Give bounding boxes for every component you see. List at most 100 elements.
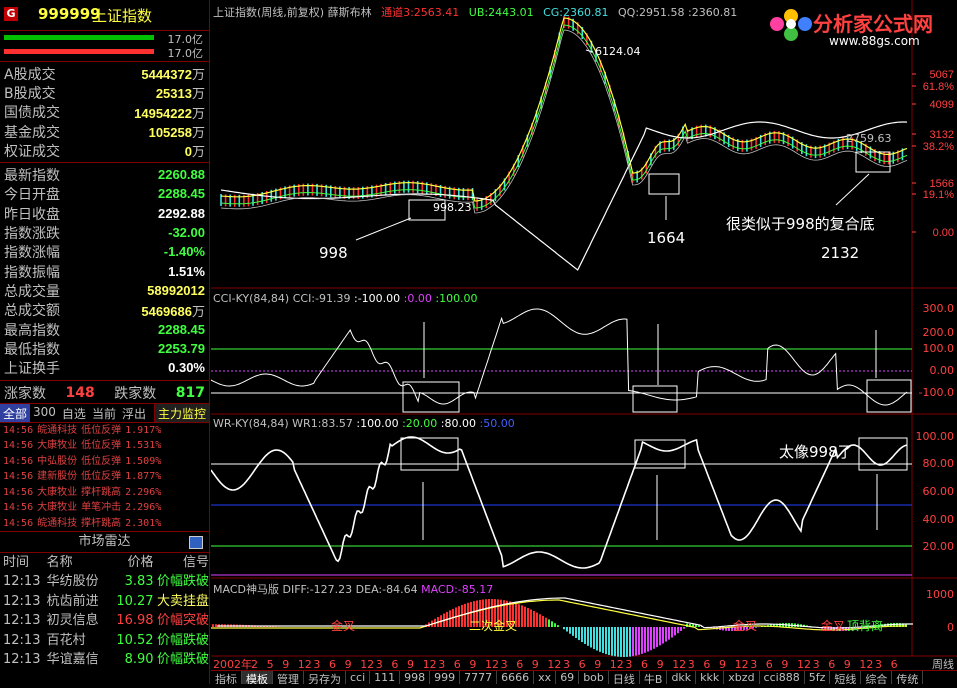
turnover-row-label: 权证成交	[4, 143, 60, 160]
monitor-row[interactable]: 14:56 中弘股份 低位反弹 1.509%	[0, 454, 209, 470]
radar-stock-name: 杭齿前进	[46, 593, 99, 609]
monitor-row[interactable]: 14:56 建新股份 低位反弹 1.877%	[0, 469, 209, 485]
stat-row-value: 5469686	[141, 303, 192, 319]
bottom-tab[interactable]: xbzd	[724, 671, 760, 684]
tab-300[interactable]: 300	[30, 404, 59, 422]
bottom-tab[interactable]: 管理	[273, 671, 304, 684]
tab-main-monitor[interactable]: 主力监控	[153, 403, 209, 422]
stat-row-value: 2288.45	[158, 186, 205, 202]
radar-row[interactable]: 12:13 华纺股份 3.83 价幅跌破	[0, 572, 209, 592]
stat-row-value: -1.40%	[163, 244, 205, 260]
cci-header: CCI-KY(84,84) CCI:-91.39 :-100.00 :0.00 …	[213, 292, 478, 305]
stat-row-label: 总成交额	[4, 303, 60, 320]
bottom-tab[interactable]: 综合	[861, 671, 893, 684]
radar-stock-name: 华纺股份	[46, 574, 99, 590]
chart-area: 5067 61.8% 4099 3132 38.2% 1566 19.1% 0.00 6124.…	[210, 0, 957, 684]
macd-signal-label: 金叉	[331, 618, 355, 633]
down-count: 817	[175, 384, 205, 401]
tab-current[interactable]: 当前	[89, 404, 119, 422]
monitor-cell: 2.296%	[125, 502, 162, 514]
price-axis-label: 61.8%	[923, 81, 954, 93]
last-value: :2360.81	[688, 6, 738, 19]
monitor-cell: 低位反弹	[81, 440, 122, 452]
radar-row[interactable]: 12:13 百花村 10.52 价幅跌破	[0, 631, 209, 651]
bottom-tab[interactable]: 6666	[497, 671, 535, 684]
macd-header: MACD神马版 DIFF:-127.23 DEA:-84.64 MACD:-85…	[213, 581, 493, 597]
stat-row-value-wrap: 58992012	[147, 283, 205, 299]
monitor-cell: 14:56	[3, 486, 34, 498]
wr-name: WR-KY(84,84)	[213, 417, 289, 430]
bottom-tab[interactable]: 日线	[609, 671, 640, 684]
down-label: 跌家数	[114, 385, 157, 402]
monitor-row[interactable]: 14:56 大康牧业 低位反弹 1.531%	[0, 438, 209, 454]
bottom-tab[interactable]: 短线	[830, 671, 862, 684]
wr-axis-label: 60.00	[923, 485, 955, 498]
bottom-tab[interactable]: 传统	[892, 671, 924, 684]
stat-row-value-wrap: 2292.88	[158, 206, 205, 222]
monitor-cell: 大康牧业	[37, 502, 78, 514]
bottom-tab[interactable]: xx	[534, 671, 557, 684]
stat-row-label: 最高指数	[4, 322, 60, 339]
bottom-tab[interactable]: kkk	[696, 671, 725, 684]
monitor-row[interactable]: 14:56 皖通科技 低位反弹 1.917%	[0, 423, 209, 439]
stat-row-value: 2253.79	[158, 340, 205, 356]
bottom-tab[interactable]: 模板	[242, 671, 273, 684]
bottom-tab[interactable]: cci	[346, 671, 371, 684]
wr-axis-label: 20.00	[923, 540, 955, 553]
monitor-row[interactable]: 14:56 大康牧业 撑杆跳高 2.296%	[0, 485, 209, 501]
macd-signal-label: 顶背离	[847, 618, 883, 633]
radar-time: 12:13	[3, 632, 41, 648]
stat-row-label: 指数涨幅	[4, 245, 60, 262]
bottom-tab[interactable]: 另存为	[304, 671, 346, 684]
radar-price: 3.83	[124, 574, 154, 590]
radar-settings-icon[interactable]	[189, 536, 203, 550]
monitor-row[interactable]: 14:56 大康牧业 单笔冲击 2.296%	[0, 500, 209, 516]
main-title: 上证指数(周线,前复权)	[213, 6, 325, 19]
bottom-tab[interactable]: 998	[400, 671, 431, 684]
radar-time: 12:13	[3, 574, 41, 590]
turnover-row-value: 0	[184, 144, 192, 160]
turnover-row-label: B股成交	[4, 85, 56, 102]
bottom-tab[interactable]: cci888	[760, 671, 805, 684]
bottom-tab[interactable]: bob	[579, 671, 609, 684]
brand-logo: 分析家公式网 www.88gs.com	[761, 2, 951, 52]
low-box-1664	[648, 173, 680, 195]
stat-row-value-wrap: 2253.79	[158, 341, 205, 357]
stat-row-value-wrap: -32.00	[168, 225, 205, 241]
radar-row[interactable]: 12:13 初灵信息 16.98 价幅突破	[0, 611, 209, 631]
bottom-tab[interactable]: 69	[556, 671, 580, 684]
radar-row[interactable]: 12:13 华谊嘉信 8.90 价幅跌破	[0, 650, 209, 670]
monitor-cell: 1.531%	[125, 440, 162, 452]
turnover-row-label: 基金成交	[4, 124, 60, 141]
bottom-tab[interactable]: 999	[430, 671, 461, 684]
cci-axis-label: -100.0	[919, 386, 954, 399]
turnover-row-value-wrap: 0万	[185, 141, 205, 160]
bottom-tab[interactable]: 7777	[460, 671, 498, 684]
main-indicator-name: 薛斯布林	[327, 6, 372, 19]
radar-price: 16.98	[116, 613, 154, 629]
tab-all[interactable]: 全部	[0, 403, 31, 422]
stat-row: 最低指数 2253.79	[0, 339, 209, 358]
macd-axis-label: 0	[947, 621, 954, 634]
annot-similar: 很类似于998的复合底	[726, 215, 875, 233]
radar-stock-name: 初灵信息	[46, 613, 99, 629]
tab-float[interactable]: 浮出	[119, 404, 149, 422]
tab-watchlist[interactable]: 自选	[59, 404, 89, 422]
cci-box-1664	[632, 385, 678, 413]
bottom-tab[interactable]: 5fz	[805, 671, 831, 684]
turnover-row: 基金成交 105258万	[0, 122, 209, 141]
bottom-tab[interactable]: 指标	[211, 671, 242, 684]
bottom-tab[interactable]: 111	[370, 671, 401, 684]
stat-row-value: 0.30%	[168, 360, 205, 376]
stat-row-value: 1.51%	[168, 263, 205, 279]
stat-row: 昨日收盘 2292.88	[0, 204, 209, 223]
col-name: 名称	[46, 555, 73, 571]
bottom-tab[interactable]: dkk	[667, 671, 697, 684]
arrow-2132	[835, 173, 870, 206]
wr-b: :20.00	[402, 417, 438, 430]
g-logo-icon[interactable]: G	[4, 7, 18, 21]
macd-diff: DIFF:-127.23	[282, 583, 353, 596]
monitor-row[interactable]: 14:56 皖通科技 撑杆跳高 2.301%	[0, 516, 209, 532]
radar-row[interactable]: 12:13 杭齿前进 10.27 大卖挂盘	[0, 592, 209, 612]
bottom-tab[interactable]: 牛B	[640, 671, 668, 684]
